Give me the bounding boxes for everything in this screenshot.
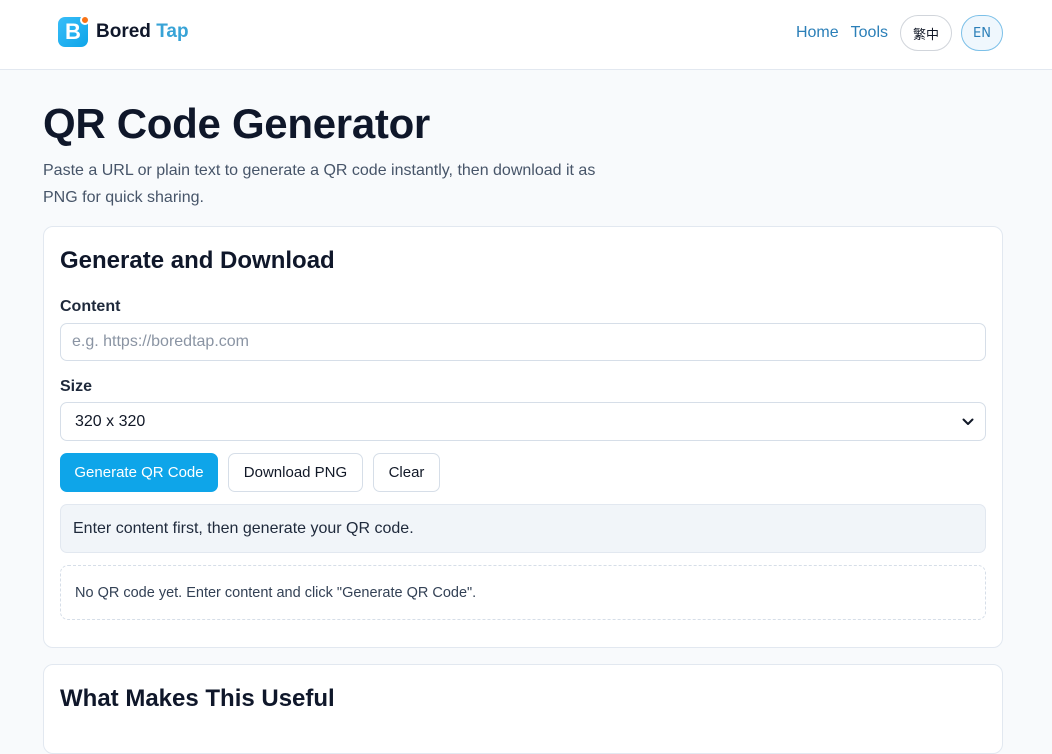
generator-card-title: Generate and Download xyxy=(60,247,335,274)
size-select[interactable]: 320 x 320 xyxy=(60,402,986,441)
features-card-title: What Makes This Useful xyxy=(60,685,335,712)
brand-primary: Bored xyxy=(96,21,151,42)
content-input[interactable] xyxy=(60,323,986,361)
clear-button[interactable]: Clear xyxy=(373,453,440,492)
nav-home-link[interactable]: Home xyxy=(796,24,839,42)
site-header: B Bored Tap Home Tools 繁中 EN xyxy=(0,0,1052,70)
nav-tools-link[interactable]: Tools xyxy=(851,24,888,42)
generate-qr-button[interactable]: Generate QR Code xyxy=(60,453,218,492)
status-message: Enter content first, then generate your … xyxy=(60,504,986,553)
generator-card: Generate and Download Content Size 320 x… xyxy=(43,226,1003,648)
size-select-value: 320 x 320 xyxy=(75,412,146,430)
lang-en-button[interactable]: EN xyxy=(961,15,1003,51)
qr-preview-area: No QR code yet. Enter content and click … xyxy=(60,565,986,620)
download-png-button[interactable]: Download PNG xyxy=(228,453,363,492)
page-description: Paste a URL or plain text to generate a … xyxy=(43,162,596,206)
logo-icon: B xyxy=(58,15,90,47)
content-label: Content xyxy=(60,298,121,315)
brand-name: Bored Tap xyxy=(96,21,189,43)
features-card: What Makes This Useful xyxy=(43,664,1003,754)
logo-link[interactable]: B Bored Tap xyxy=(58,15,189,47)
logo-dot xyxy=(80,15,90,25)
lang-zh-button[interactable]: 繁中 xyxy=(900,15,952,51)
logo-initial: B xyxy=(65,19,81,44)
brand-accent: Tap xyxy=(156,21,189,42)
page-title: QR Code Generator xyxy=(43,100,430,147)
main-nav: Home Tools 繁中 EN xyxy=(796,15,1003,51)
chevron-down-icon xyxy=(962,418,974,425)
size-label: Size xyxy=(60,378,93,395)
